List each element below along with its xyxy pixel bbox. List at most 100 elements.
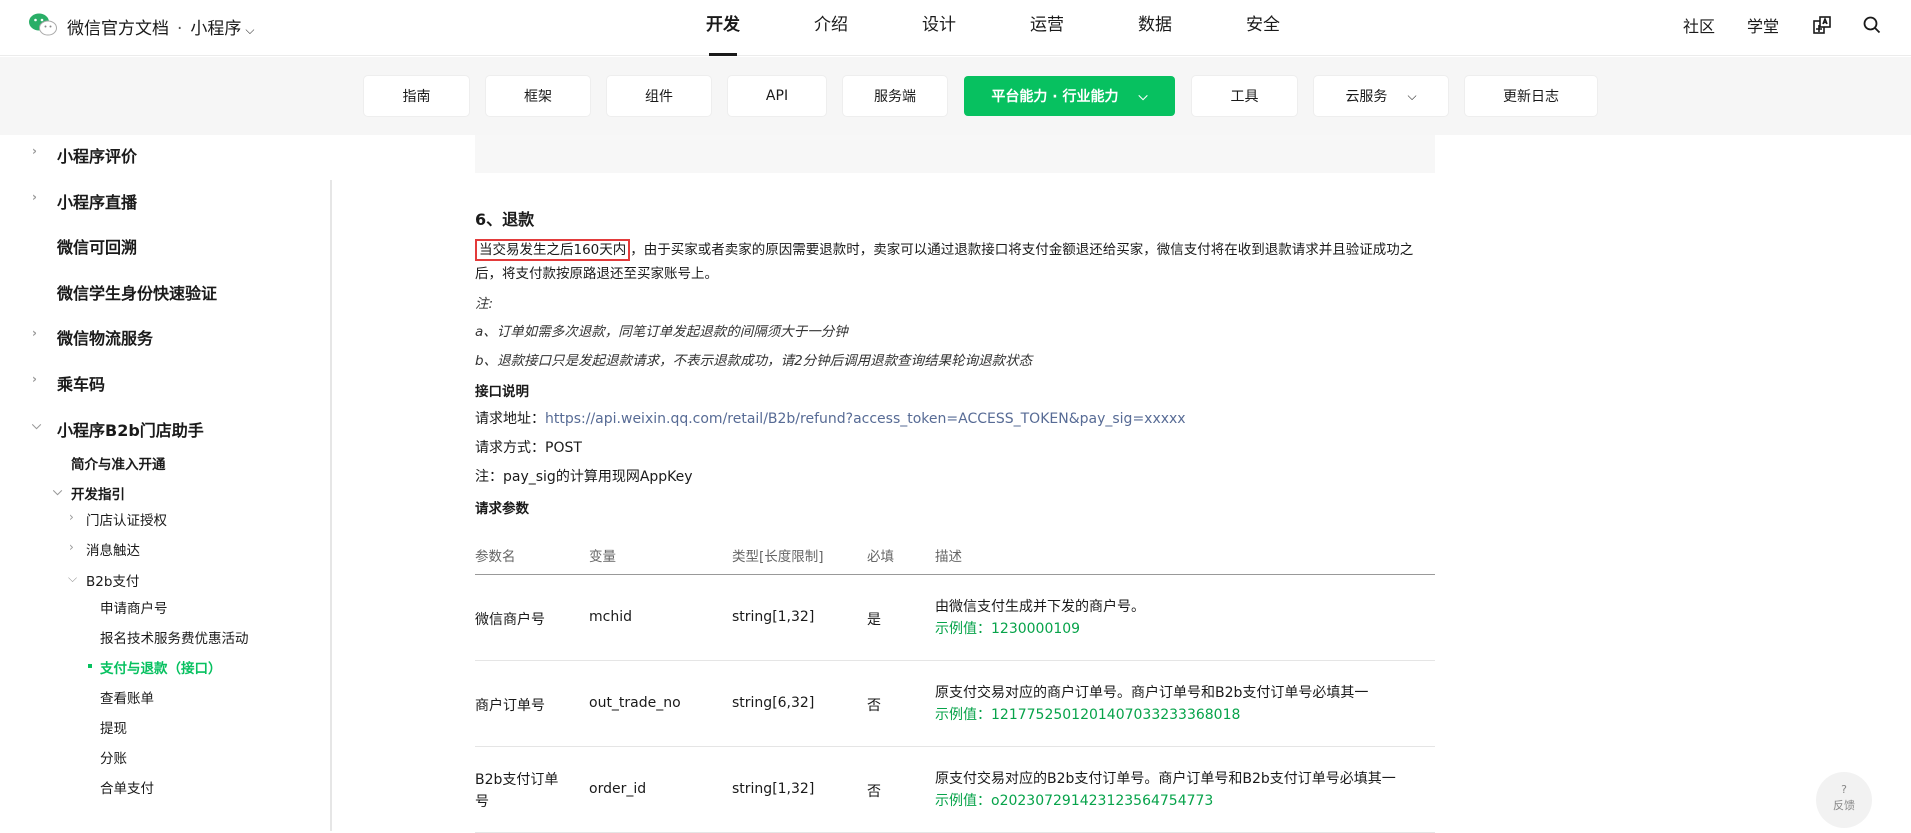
sidebar-item[interactable]: 报名技术服务费优惠活动 (100, 627, 249, 647)
nav-data[interactable]: 数据 (1101, 0, 1209, 56)
feedback-button[interactable]: ? 反馈 (1816, 772, 1872, 828)
community-link[interactable]: 社区 (1683, 13, 1715, 37)
note-b: b、退款接口只是发起退款请求，不表示退款成功，请2分钟后调用退款查询结果轮询退款… (475, 353, 1033, 369)
feedback-label: 反馈 (1833, 799, 1855, 812)
request-url-link[interactable]: https://api.weixin.qq.com/retail/B2b/ref… (545, 411, 1186, 427)
refund-paragraph: 当交易发生之后160天内 ，由于买家或者卖家的原因需要退款时，卖家可以通过退款接口… (475, 238, 1435, 286)
academy-link[interactable]: 学堂 (1747, 13, 1779, 37)
search-icon[interactable] (1861, 14, 1883, 36)
nav-develop[interactable]: 开发 (669, 0, 777, 56)
cell-required: 是 (867, 612, 881, 628)
nav-intro[interactable]: 介绍 (777, 0, 885, 56)
sidebar-item[interactable]: 申请商户号 (100, 597, 168, 617)
sidebar-item[interactable]: 分账 (100, 747, 127, 767)
sidebar-label: 消息触达 (86, 543, 140, 559)
table-row: 商户订单号 out_trade_no string[6,32] 否 原支付交易对… (475, 661, 1435, 747)
tab-label: 平台能力 · 行业能力 (991, 89, 1119, 105)
header-cell: 变量 (589, 549, 616, 565)
sidebar-label: 小程序B2b门店助手 (57, 421, 204, 440)
section-switcher[interactable]: 小程序 (190, 19, 241, 39)
sidebar-item[interactable]: ⌵ 开发指引 (53, 483, 125, 503)
desc-text: 原支付交易对应的B2b支付订单号。商户订单号和B2b支付订单号必填其一 (935, 771, 1396, 787)
nav-operation[interactable]: 运营 (993, 0, 1101, 56)
sidebar-label: 支付与退款（接口） (100, 661, 222, 677)
chevron-down-icon: ⌵ (1138, 88, 1148, 103)
note-title: 注: (475, 296, 494, 312)
top-right-links: 社区 学堂 (1683, 0, 1911, 50)
nav-design[interactable]: 设计 (885, 0, 993, 56)
tab-changelog[interactable]: 更新日志 (1465, 76, 1597, 116)
sidebar-item-active[interactable]: 支付与退款（接口） (88, 657, 222, 677)
sidebar: › 小程序评价 › 小程序直播 微信可回溯 微信学生身份快速验证 › 微信物流服务 ›… (0, 135, 332, 831)
url-label: 请求地址： (475, 411, 545, 427)
chevron-right-icon: › (69, 540, 74, 554)
cell-desc: 由微信支付生成并下发的商户号。 示例值：1230000109 (935, 596, 1435, 637)
sidebar-item[interactable]: 查看账单 (100, 687, 154, 707)
tab-tools[interactable]: 工具 (1192, 76, 1297, 116)
tab-label: API (765, 88, 789, 104)
table-row: B2b支付订单号 order_id string[1,32] 否 原支付交易对应… (475, 747, 1435, 833)
active-bullet (88, 664, 92, 668)
tab-label: 服务端 (874, 89, 916, 105)
sidebar-item[interactable]: › 小程序直播 (32, 189, 138, 213)
tab-guide[interactable]: 指南 (364, 76, 469, 116)
sidebar-item[interactable]: 简介与准入开通 (71, 453, 166, 473)
tab-cloud[interactable]: 云服务 ⌵ (1314, 76, 1448, 116)
sidebar-item[interactable]: ⌵ B2b支付 (68, 570, 140, 590)
tab-label: 框架 (524, 89, 552, 105)
sidebar-item[interactable]: 合单支付 (100, 777, 154, 797)
cell-type: string[1,32] (732, 781, 815, 797)
sidebar-scrollbar[interactable] (330, 180, 332, 831)
brand-title[interactable]: 微信官方文档 (67, 19, 169, 39)
cell-name: 商户订单号 (475, 698, 545, 714)
sidebar-item[interactable]: 微信学生身份快速验证 (57, 280, 217, 304)
table-header: 参数名 变量 类型[长度限制] 必填 描述 (475, 535, 1435, 575)
tab-api[interactable]: API (728, 76, 826, 116)
cell-var: mchid (589, 609, 632, 625)
sidebar-item[interactable]: 微信可回溯 (57, 234, 137, 258)
sidebar-label: B2b支付 (86, 574, 140, 590)
tab-label: 组件 (645, 89, 673, 105)
chevron-right-icon: › (32, 372, 37, 386)
sidebar-item[interactable]: › 消息触达 (69, 539, 140, 559)
sidebar-item[interactable]: › 微信物流服务 (32, 325, 154, 349)
sidebar-item[interactable]: › 乘车码 (32, 371, 106, 395)
chevron-down-icon: ⌵ (1407, 88, 1417, 103)
code-block (475, 135, 1435, 173)
sidebar-item-b2b[interactable]: ⌵ 小程序B2b门店助手 (32, 417, 204, 441)
section-heading: 6、退款 (475, 210, 535, 229)
sidebar-label: 微信物流服务 (57, 329, 154, 348)
params-title: 请求参数 (475, 501, 529, 517)
chevron-down-icon: ⌵ (53, 484, 63, 498)
highlight-box: 当交易发生之后160天内 (475, 239, 631, 261)
chevron-down-icon: ⌵ (32, 418, 42, 432)
chevron-down-icon[interactable]: ⌵ (245, 23, 254, 38)
tab-framework[interactable]: 框架 (486, 76, 590, 116)
tab-server[interactable]: 服务端 (843, 76, 947, 116)
main-nav: 开发 介绍 设计 运营 数据 安全 (669, 0, 1317, 56)
sidebar-item[interactable]: › 小程序评价 (32, 143, 137, 167)
tab-platform-capability[interactable]: 平台能力 · 行业能力 ⌵ (964, 76, 1175, 116)
sidebar-item[interactable]: › 门店认证授权 (69, 509, 167, 529)
nav-security[interactable]: 安全 (1209, 0, 1317, 56)
translate-icon[interactable] (1811, 14, 1833, 36)
question-icon: ? (1841, 783, 1847, 796)
sidebar-label: 乘车码 (57, 375, 106, 394)
method-value: POST (545, 440, 582, 456)
wechat-logo-icon[interactable] (28, 12, 58, 38)
sidebar-label: 申请商户号 (100, 601, 168, 617)
tab-label: 更新日志 (1503, 89, 1559, 105)
sidebar-label: 微信可回溯 (57, 238, 138, 257)
sidebar-label: 小程序直播 (57, 193, 138, 212)
sidebar-label: 查看账单 (100, 691, 154, 707)
cell-name: B2b支付订单号 (475, 772, 559, 810)
chevron-down-icon: ⌵ (68, 571, 78, 585)
example-value: 示例值：1230000109 (935, 621, 1081, 637)
brand[interactable]: 微信官方文档 · 小程序 ⌵ (67, 14, 255, 39)
tab-label: 云服务 (1345, 89, 1388, 105)
sub-nav: 指南 框架 组件 API 服务端 平台能力 · 行业能力 ⌵ 工具 云服务 ⌵ 更新… (364, 76, 1614, 116)
request-url: 请求地址：https://api.weixin.qq.com/retail/B2… (475, 408, 1186, 428)
sidebar-label: 简介与准入开通 (71, 457, 166, 473)
tab-components[interactable]: 组件 (607, 76, 711, 116)
sidebar-item[interactable]: 提现 (100, 717, 127, 737)
